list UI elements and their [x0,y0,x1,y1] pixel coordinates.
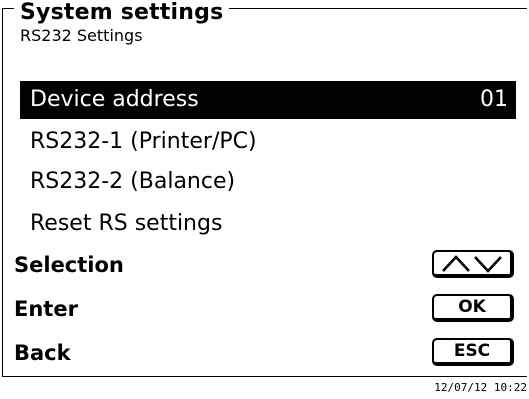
menu-item-reset-rs-settings[interactable]: Reset RS settings [20,205,516,243]
selection-row: Selection [14,248,516,282]
status-timestamp: 12/07/12 10:22 [434,381,527,394]
page-title: System settings [14,0,230,26]
menu-item-device-address[interactable]: Device address 01 [20,81,516,119]
selection-button[interactable] [432,250,514,278]
up-down-arrows-icon [442,255,502,273]
ok-button[interactable]: OK [432,294,514,322]
menu-item-label: Reset RS settings [30,211,223,236]
menu-item-label: RS232-2 (Balance) [30,169,236,194]
menu-item-label: RS232-1 (Printer/PC) [30,129,257,154]
menu-item-label: Device address [30,87,199,112]
menu-item-rs232-1[interactable]: RS232-1 (Printer/PC) [20,123,516,161]
device-address-value: 01 [480,87,508,112]
menu-item-rs232-2[interactable]: RS232-2 (Balance) [20,163,516,201]
enter-row: Enter OK [14,292,516,326]
esc-button[interactable]: ESC [432,338,514,366]
selection-label: Selection [14,253,124,277]
back-label: Back [14,341,71,365]
back-row: Back ESC [14,336,516,370]
enter-label: Enter [14,297,78,321]
page-subtitle: RS232 Settings [20,26,143,45]
